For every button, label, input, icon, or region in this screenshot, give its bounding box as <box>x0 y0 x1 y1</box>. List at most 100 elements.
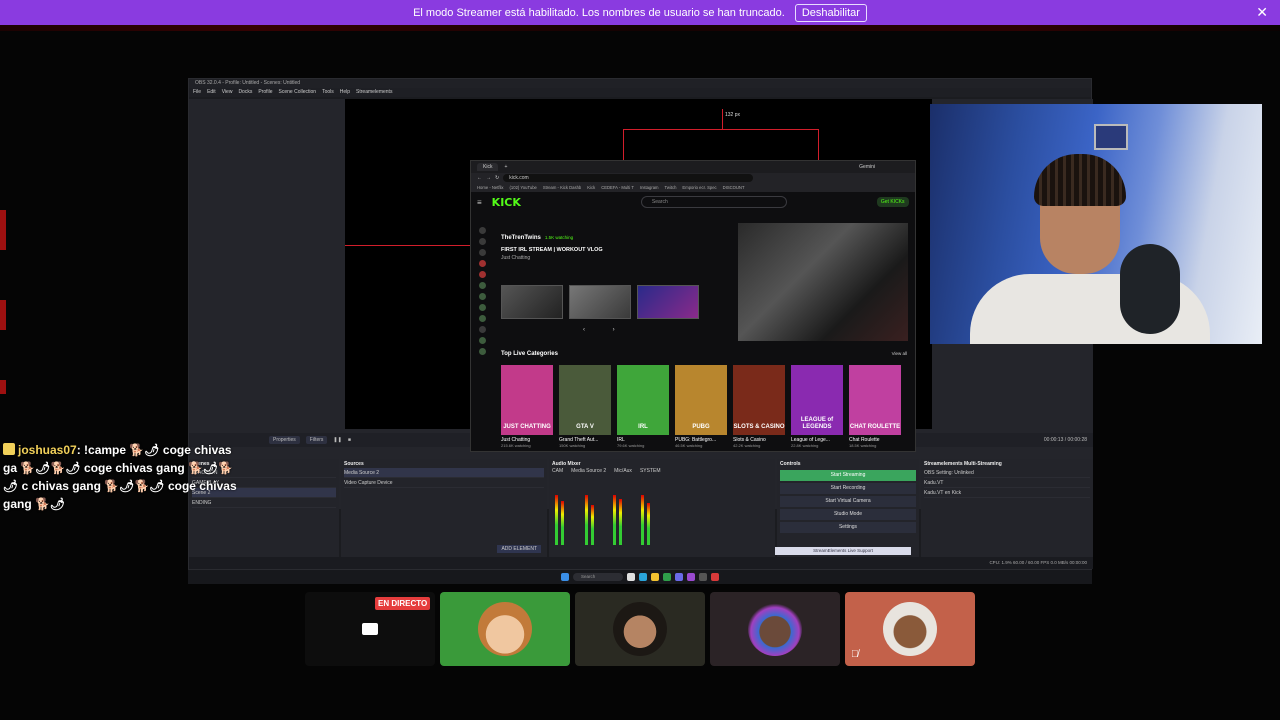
chrome-icon[interactable] <box>663 573 671 581</box>
source-item[interactable]: Media Source 2 <box>344 468 544 478</box>
bookmark[interactable]: Home - Netflix <box>477 185 504 190</box>
participant-tile[interactable]: EN DIRECTO <box>305 592 435 666</box>
multistream-item[interactable]: Kadu.VT <box>924 478 1090 488</box>
channel-avatar[interactable] <box>478 315 486 322</box>
app-icon[interactable] <box>627 573 635 581</box>
channel-avatar[interactable] <box>478 293 486 300</box>
stream-title: FIRST IRL STREAM | WORKOUT VLOG <box>501 247 603 253</box>
stream-category[interactable]: Just Chatting <box>501 255 603 261</box>
following-icon[interactable] <box>478 249 486 256</box>
bookmark[interactable]: Twitch <box>665 185 677 190</box>
menu-file[interactable]: File <box>193 88 201 97</box>
channel-avatar[interactable] <box>478 282 486 289</box>
menu-profile[interactable]: Profile <box>258 88 272 97</box>
start-recording-button[interactable]: Start Recording <box>780 483 916 494</box>
category-card[interactable]: PUBG PUBG: Battlegro... 46.5K watching <box>675 365 727 448</box>
bookmark[interactable]: (102) YouTube <box>510 185 537 190</box>
menu-view[interactable]: View <box>222 88 233 97</box>
bookmark[interactable]: CEDEFA - Multi T <box>601 185 634 190</box>
browser-tabs: Kick + Gemini <box>471 161 915 173</box>
participant-tile[interactable] <box>710 592 840 666</box>
audio-meter <box>561 501 564 545</box>
menu-scene-collection[interactable]: Scene Collection <box>279 88 317 97</box>
pause-icon[interactable]: ❚❚ <box>333 437 341 443</box>
taskbar-search[interactable]: Search <box>573 573 623 581</box>
windows-icon[interactable] <box>561 573 569 581</box>
live-support-button[interactable]: StreamElements Live Support <box>775 547 911 555</box>
address-bar-row: ← → ↻ kick.com <box>471 173 915 183</box>
featured-stream-video[interactable] <box>738 223 908 341</box>
menu-docks[interactable]: Docks <box>238 88 252 97</box>
channel-avatar[interactable] <box>478 260 486 267</box>
category-card[interactable]: SLOTS & CASINO Slots & Casino 42.2K watchi… <box>733 365 785 448</box>
stop-icon[interactable]: ■ <box>348 437 351 443</box>
bookmark[interactable]: Instagram <box>640 185 659 190</box>
menu-tools[interactable]: Tools <box>322 88 334 97</box>
px-label: 132 px <box>725 112 741 118</box>
start-streaming-button[interactable]: Start Streaming <box>780 470 916 481</box>
get-kicks-button[interactable]: Get KICKs <box>876 197 909 207</box>
participant-tile[interactable] <box>575 592 705 666</box>
reload-icon[interactable]: ↻ <box>495 175 499 181</box>
close-icon[interactable]: ✕ <box>1256 4 1268 21</box>
chat-username[interactable]: joshuas07 <box>18 443 77 457</box>
disable-button[interactable]: Deshabilitar <box>794 3 867 22</box>
back-icon[interactable]: ← <box>477 175 482 181</box>
bookmark[interactable]: Emporio ecr. Spec <box>682 185 716 190</box>
participant-tile[interactable] <box>440 592 570 666</box>
chevron-right-icon[interactable]: › <box>613 327 615 333</box>
carousel-thumbnail[interactable] <box>637 285 699 319</box>
bookmark[interactable]: Kick <box>587 185 595 190</box>
participant-tile[interactable]: 🎙̸ <box>845 592 975 666</box>
add-element-button[interactable]: ADD ELEMENT <box>497 545 541 553</box>
category-card[interactable]: IRL IRL 79.6K watching <box>617 365 669 448</box>
multistream-dock: Streamelements Multi-Streaming OBS Setti… <box>921 459 1093 559</box>
kick-search-input[interactable]: Search <box>640 196 787 208</box>
bookmark[interactable]: Stream - Kick Dashb <box>543 185 581 190</box>
streamer-name[interactable]: TheTrenTwins <box>501 235 541 241</box>
category-card[interactable]: GTA V Grand Theft Aut... 150K watching <box>559 365 611 448</box>
settings-button[interactable]: Settings <box>780 522 916 533</box>
url-field[interactable]: kick.com <box>503 174 754 182</box>
microphone <box>1120 244 1180 334</box>
obs-icon[interactable] <box>699 573 707 581</box>
channel-avatar[interactable] <box>478 271 486 278</box>
channel-avatar[interactable] <box>478 326 486 333</box>
discord-icon[interactable] <box>675 573 683 581</box>
forward-icon[interactable]: → <box>486 175 491 181</box>
menu-help[interactable]: Help <box>340 88 350 97</box>
tab-kick[interactable]: Kick <box>477 163 499 171</box>
properties-button[interactable]: Properties <box>269 436 300 444</box>
kick-logo[interactable]: KICK <box>492 196 521 209</box>
menu-edit[interactable]: Edit <box>207 88 216 97</box>
new-tab-icon[interactable]: + <box>504 164 507 170</box>
channel-avatar[interactable] <box>478 337 486 344</box>
start-virtual-camera-button[interactable]: Start Virtual Camera <box>780 496 916 507</box>
category-card[interactable]: JUST CHATTING Just Chatting 215.6K watchin… <box>501 365 553 448</box>
category-card[interactable]: CHAT ROULETTE Chat Roulette 18.5K watching <box>849 365 901 448</box>
carousel-thumbnail[interactable] <box>569 285 631 319</box>
edge-icon[interactable] <box>639 573 647 581</box>
folder-icon[interactable] <box>651 573 659 581</box>
filters-button[interactable]: Filters <box>305 436 328 444</box>
gemini-button[interactable]: Gemini <box>859 164 875 170</box>
channel-avatar[interactable] <box>478 348 486 355</box>
multistream-item[interactable]: OBS Setting: Unlinked <box>924 468 1090 478</box>
studio-mode-button[interactable]: Studio Mode <box>780 509 916 520</box>
source-item[interactable]: Video Capture Device <box>344 478 544 488</box>
view-all-link[interactable]: View all <box>892 351 907 357</box>
home-icon[interactable] <box>478 227 486 234</box>
category-card[interactable]: LEAGUE of LEGENDS League of Lege... 22.8K … <box>791 365 843 448</box>
multistream-item[interactable]: Kadu.VT en Kick <box>924 488 1090 498</box>
chevron-left-icon[interactable]: ‹ <box>583 327 585 333</box>
media-time: 00:00:13 / 00:00:28 <box>1043 437 1087 443</box>
menu-streamelements[interactable]: Streamelements <box>356 88 392 97</box>
carousel-thumbnail[interactable] <box>501 285 563 319</box>
app-icon[interactable] <box>687 573 695 581</box>
menu-icon[interactable]: ≡ <box>477 198 482 207</box>
viewer-count: 1.5K watching <box>544 235 574 240</box>
channel-avatar[interactable] <box>478 304 486 311</box>
bookmark[interactable]: DISCOUNT <box>723 185 745 190</box>
app-icon[interactable] <box>711 573 719 581</box>
browse-icon[interactable] <box>478 238 486 245</box>
